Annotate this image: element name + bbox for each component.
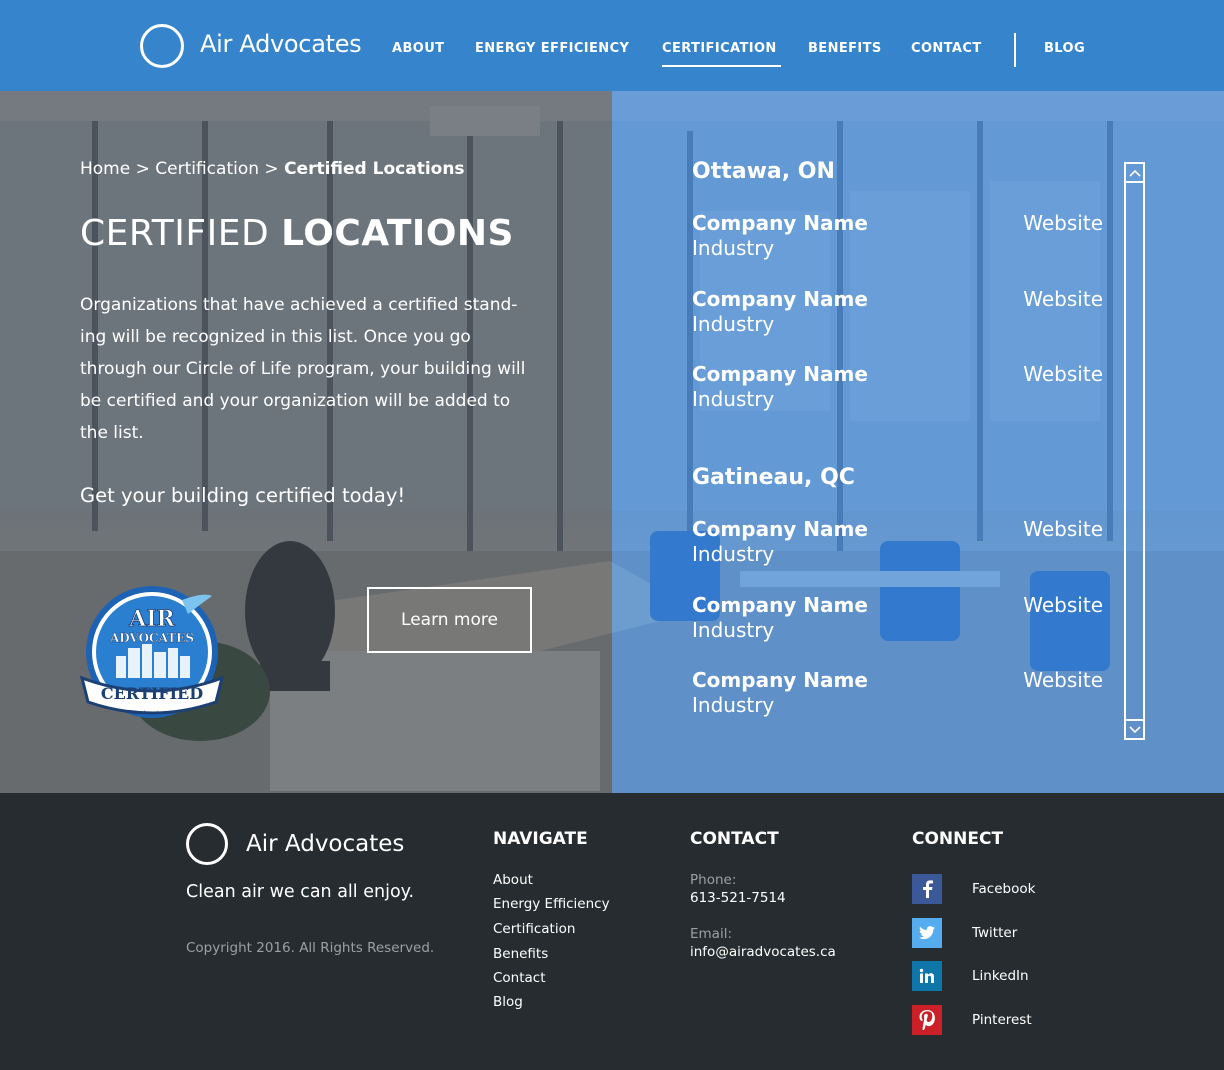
hero-section: Home > Certification > Certified Locatio…: [0, 91, 1224, 793]
city-heading: Ottawa, ON: [692, 159, 835, 184]
company-website-link[interactable]: Website: [1023, 517, 1103, 541]
company-website-link[interactable]: Website: [1023, 211, 1103, 235]
nav-about[interactable]: ABOUT: [392, 41, 444, 56]
facebook-icon[interactable]: [912, 874, 942, 904]
badge-text-url: airadvocates.ca: [132, 710, 172, 716]
nav-energy-efficiency[interactable]: ENERGY EFFICIENCY: [475, 41, 629, 56]
locations-scrollbar[interactable]: [1124, 162, 1145, 740]
twitter-icon[interactable]: [912, 918, 942, 948]
breadcrumb-home[interactable]: Home: [80, 159, 130, 179]
footer-tagline: Clean air we can all enjoy.: [186, 882, 415, 902]
footer-link-about[interactable]: About: [493, 872, 533, 888]
certified-badge-logo: AIR ADVOCATES CERTIFIED airadvocates.ca: [80, 586, 225, 718]
breadcrumb-current: Certified Locations: [284, 159, 465, 179]
nav-certification[interactable]: CERTIFICATION: [662, 41, 777, 56]
company-industry: Industry: [692, 542, 775, 566]
footer-phone-value[interactable]: 613-521-7514: [690, 890, 786, 906]
footer-twitter-link[interactable]: Twitter: [972, 925, 1017, 941]
footer-facebook-link[interactable]: Facebook: [972, 881, 1035, 897]
company-name-link[interactable]: Company Name: [692, 362, 868, 386]
hero-cta-text: Get your building certified today!: [80, 484, 406, 507]
scroll-up-button[interactable]: [1124, 162, 1145, 183]
footer-email-label: Email:: [690, 926, 733, 942]
company-industry: Industry: [692, 618, 775, 642]
pinterest-icon[interactable]: [912, 1005, 942, 1035]
footer-link-certification[interactable]: Certification: [493, 921, 575, 937]
footer-link-blog[interactable]: Blog: [493, 994, 523, 1010]
learn-more-button[interactable]: Learn more: [367, 587, 532, 653]
nav-contact[interactable]: CONTACT: [911, 41, 982, 56]
footer-navigate-heading: NAVIGATE: [493, 829, 588, 849]
page-title: CERTIFIED LOCATIONS: [80, 213, 514, 254]
footer-connect-heading: CONNECT: [912, 829, 1004, 849]
site-logo-text[interactable]: Air Advocates: [200, 30, 362, 58]
badge-text-air: AIR: [128, 606, 175, 632]
footer-link-contact[interactable]: Contact: [493, 970, 546, 986]
nav-benefits[interactable]: BENEFITS: [808, 41, 882, 56]
hero-description: Organizations that have achieved a certi…: [80, 295, 526, 443]
footer-logo-text[interactable]: Air Advocates: [246, 831, 404, 857]
company-industry: Industry: [692, 312, 775, 336]
city-heading: Gatineau, QC: [692, 465, 855, 490]
nav-active-indicator: [662, 65, 781, 67]
learn-more-label: Learn more: [401, 610, 498, 630]
breadcrumb-separator: >: [259, 159, 285, 179]
company-name-link[interactable]: Company Name: [692, 593, 868, 617]
nav-divider: [1014, 33, 1016, 67]
scroll-down-button[interactable]: [1124, 719, 1145, 740]
footer-contact-heading: CONTACT: [690, 829, 779, 849]
footer-pinterest-link[interactable]: Pinterest: [972, 1012, 1032, 1028]
company-website-link[interactable]: Website: [1023, 593, 1103, 617]
badge-text-advocates: ADVOCATES: [109, 631, 194, 645]
page-title-light: CERTIFIED: [80, 213, 282, 254]
company-name-link[interactable]: Company Name: [692, 211, 868, 235]
company-industry: Industry: [692, 693, 775, 717]
nav-blog[interactable]: BLOG: [1044, 41, 1085, 56]
breadcrumb-separator: >: [130, 159, 156, 179]
company-name-link[interactable]: Company Name: [692, 287, 868, 311]
breadcrumb-certification[interactable]: Certification: [155, 159, 259, 179]
company-website-link[interactable]: Website: [1023, 668, 1103, 692]
logo-circle-icon[interactable]: [140, 24, 184, 68]
company-website-link[interactable]: Website: [1023, 287, 1103, 311]
site-footer: Air Advocates Clean air we can all enjoy…: [0, 793, 1224, 1070]
footer-link-energy-efficiency[interactable]: Energy Efficiency: [493, 896, 610, 912]
company-name-link[interactable]: Company Name: [692, 517, 868, 541]
footer-phone-label: Phone:: [690, 872, 737, 888]
linkedin-icon[interactable]: [912, 961, 942, 991]
company-name-link[interactable]: Company Name: [692, 668, 868, 692]
company-website-link[interactable]: Website: [1023, 362, 1103, 386]
footer-logo-circle-icon[interactable]: [186, 823, 228, 865]
chevron-up-icon: [1128, 169, 1141, 177]
footer-linkedin-link[interactable]: LinkedIn: [972, 968, 1029, 984]
footer-copyright: Copyright 2016. All Rights Reserved.: [186, 940, 435, 956]
footer-email-value[interactable]: info@airadvocates.ca: [690, 944, 836, 960]
chevron-down-icon: [1128, 725, 1141, 733]
company-industry: Industry: [692, 387, 775, 411]
page-title-bold: LOCATIONS: [281, 213, 514, 254]
badge-text-certified: CERTIFIED: [101, 684, 203, 703]
company-industry: Industry: [692, 236, 775, 260]
footer-link-benefits[interactable]: Benefits: [493, 946, 548, 962]
breadcrumb: Home > Certification > Certified Locatio…: [80, 159, 465, 179]
site-header: Air Advocates ABOUT ENERGY EFFICIENCY CE…: [0, 0, 1224, 91]
